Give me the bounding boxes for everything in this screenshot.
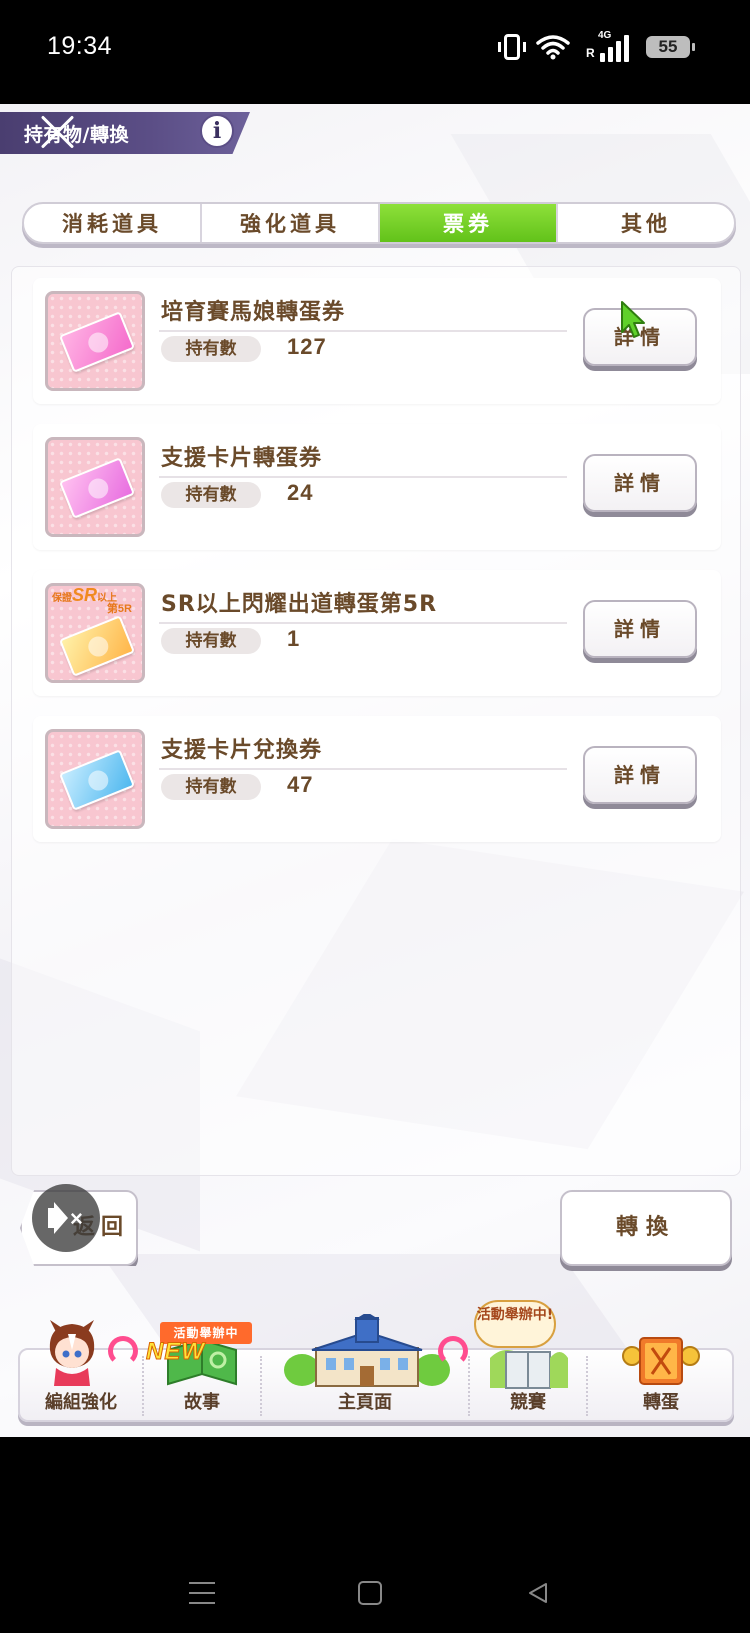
info-button[interactable]: i [200, 114, 234, 148]
list-item: 培育賽馬娘轉蛋券 持有數 127 詳情 [33, 278, 721, 404]
game-screen: 持有物/轉換 i 消耗道具 強化道具 票券 其他 培育賽馬娘轉蛋券 持有數 12… [0, 104, 750, 1437]
sr-ticket-icon: 保證SR以上 第5R [45, 583, 145, 683]
item-count: 127 [287, 334, 327, 359]
system-nav-bar [0, 1437, 750, 1633]
item-count-label: 持有數 [161, 628, 261, 654]
list-item: 支援卡片兌換券 持有數 47 詳情 [33, 716, 721, 842]
status-icons: 4G R 55 [498, 30, 695, 64]
event-bubble: 活動舉辦中! [474, 1300, 556, 1348]
convert-button[interactable]: 轉換 [560, 1190, 732, 1266]
roaming-indicator: R [586, 46, 595, 60]
tab-consumables[interactable]: 消耗道具 [24, 204, 202, 242]
detail-button[interactable]: 詳情 [583, 454, 697, 512]
item-name: 支援卡片兌換券 [161, 738, 323, 763]
vibrate-icon [498, 34, 526, 60]
status-bar: 19:34 4G R 55 [0, 0, 750, 104]
notification-badge-icon [108, 1336, 138, 1366]
nav-team-enhance[interactable]: 編組強化 [20, 1320, 142, 1420]
tab-tickets[interactable]: 票券 [380, 204, 558, 242]
item-count: 1 [287, 626, 301, 651]
wifi-icon [536, 35, 570, 60]
detail-button[interactable]: 詳情 [583, 600, 697, 658]
mute-toggle[interactable]: × [32, 1184, 100, 1252]
category-tabs: 消耗道具 強化道具 票券 其他 [22, 202, 736, 244]
item-count-label: 持有數 [161, 774, 261, 800]
nav-race[interactable]: 競賽 [470, 1350, 586, 1420]
status-time: 19:34 [47, 32, 113, 60]
list-item: 保證SR以上 第5R SR以上閃耀出道轉蛋第5R 持有數 1 詳情 [33, 570, 721, 696]
sr-ticket-text: 保證SR以上 第5R [52, 585, 132, 615]
pointer-cursor-icon [621, 301, 645, 338]
item-count: 47 [287, 772, 314, 797]
tab-other[interactable]: 其他 [558, 204, 734, 242]
back-icon[interactable] [526, 1581, 550, 1605]
speaker-mute-icon [48, 1208, 58, 1228]
item-count-label: 持有數 [161, 336, 261, 362]
network-type: 4G [598, 30, 612, 41]
battery-icon: 55 [646, 36, 695, 58]
bottom-nav: 編組強化 故事 主頁面 競賽 轉蛋 [18, 1314, 734, 1422]
magenta-ticket-icon [45, 437, 145, 537]
cell-signal-icon: 4G R [586, 30, 630, 62]
nav-home[interactable]: 主頁面 [262, 1314, 468, 1420]
home-icon[interactable] [358, 1581, 382, 1605]
item-name: SR以上閃耀出道轉蛋第5R [161, 592, 438, 617]
home-building-icon [284, 1314, 450, 1387]
blue-ticket-icon [45, 729, 145, 829]
recents-icon[interactable] [189, 1582, 215, 1604]
list-item: 支援卡片轉蛋券 持有數 24 詳情 [33, 424, 721, 550]
character-avatar-icon [49, 1320, 95, 1386]
tab-enhancement[interactable]: 強化道具 [202, 204, 380, 242]
item-name: 支援卡片轉蛋券 [161, 446, 323, 471]
item-name: 培育賽馬娘轉蛋券 [161, 300, 346, 325]
app-root: 19:34 4G R 55 持有物/轉換 i 消耗道具 強化道具 票券 其他 培… [0, 0, 750, 1633]
pink-ticket-icon [45, 291, 145, 391]
gacha-box-icon [622, 1337, 700, 1385]
item-count-label: 持有數 [161, 482, 261, 508]
new-badge: NEW [146, 1338, 205, 1366]
close-icon[interactable] [38, 112, 78, 152]
notification-badge-icon [438, 1336, 468, 1366]
item-count: 24 [287, 480, 314, 505]
nav-gacha[interactable]: 轉蛋 [588, 1337, 734, 1420]
detail-button[interactable]: 詳情 [583, 746, 697, 804]
